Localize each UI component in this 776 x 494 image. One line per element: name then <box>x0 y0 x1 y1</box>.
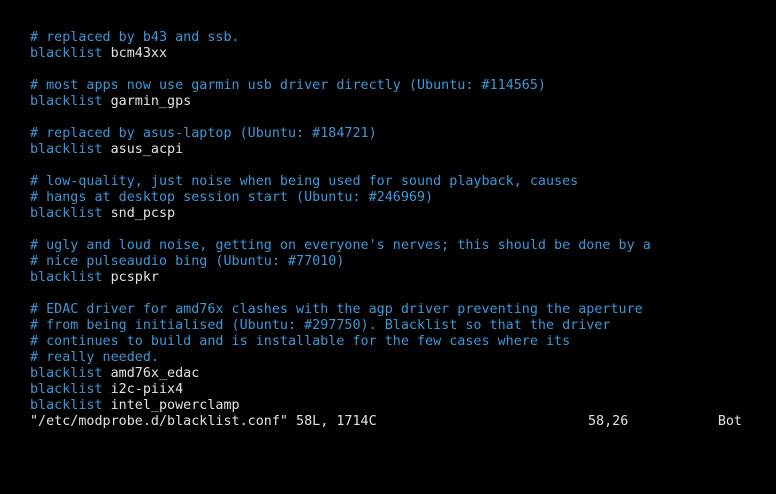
comment-text: # most apps now use garmin usb driver di… <box>30 78 546 93</box>
blacklist-line: blacklist i2c-piix4 <box>30 382 770 398</box>
module-name: asus_acpi <box>110 142 184 157</box>
blacklist-keyword: blacklist <box>30 94 103 109</box>
blacklist-line: blacklist asus_acpi <box>30 142 770 158</box>
comment-text: # nice pulseaudio bing (Ubuntu: #77010) <box>30 254 345 269</box>
comment-line: # replaced by asus-laptop (Ubuntu: #1847… <box>30 126 770 142</box>
blacklist-line: blacklist snd_pcsp <box>30 206 770 222</box>
blacklist-line: blacklist bcm43xx <box>30 46 770 62</box>
module-name: garmin_gps <box>110 94 192 109</box>
comment-text: # EDAC driver for amd76x clashes with th… <box>30 302 643 317</box>
status-line: "/etc/modprobe.d/blacklist.conf" 58L, 17… <box>30 414 742 430</box>
module-name: amd76x_edac <box>110 366 200 381</box>
comment-line: # nice pulseaudio bing (Ubuntu: #77010) <box>30 254 770 270</box>
comment-line: # EDAC driver for amd76x clashes with th… <box>30 302 770 318</box>
terminal-window[interactable]: # replaced by b43 and ssb. blacklist bcm4… <box>0 0 776 437</box>
comment-text: # really needed. <box>30 350 159 365</box>
blacklist-keyword: blacklist <box>30 46 103 61</box>
module-name: i2c-piix4 <box>110 382 184 397</box>
blacklist-keyword: blacklist <box>30 270 103 285</box>
comment-line: # really needed. <box>30 350 770 366</box>
blacklist-line: blacklist pcspkr <box>30 270 770 286</box>
module-name: snd_pcsp <box>110 206 176 221</box>
comment-line: # continues to build and is installable … <box>30 334 770 350</box>
module-name: pcspkr <box>110 270 159 285</box>
comment-text: # continues to build and is installable … <box>30 334 571 349</box>
comment-text: # replaced by asus-laptop (Ubuntu: #1847… <box>30 126 377 141</box>
comment-text: # low-quality, just noise when being use… <box>30 174 579 189</box>
comment-text: # hangs at desktop session start (Ubuntu… <box>30 190 434 205</box>
editor-buffer[interactable]: # replaced by b43 and ssb. blacklist bcm4… <box>30 30 770 414</box>
comment-line: # low-quality, just noise when being use… <box>30 174 770 190</box>
module-name: intel_powerclamp <box>110 398 240 413</box>
blacklist-keyword: blacklist <box>30 366 103 381</box>
comment-text: # from being initialised (Ubuntu: #29775… <box>30 318 611 333</box>
blacklist-line: blacklist amd76x_edac <box>30 366 770 382</box>
comment-text: # ugly and loud noise, getting on everyo… <box>30 238 651 253</box>
module-name: bcm43xx <box>110 46 168 61</box>
status-scroll-indicator: Bot <box>717 414 742 429</box>
comment-line: # ugly and loud noise, getting on everyo… <box>30 238 770 254</box>
status-file-info: "/etc/modprobe.d/blacklist.conf" 58L, 17… <box>30 414 377 429</box>
blacklist-keyword: blacklist <box>30 382 103 397</box>
comment-line: # replaced by b43 and ssb. <box>30 30 770 46</box>
comment-text: # replaced by b43 and ssb. <box>30 30 240 45</box>
blacklist-keyword: blacklist <box>30 206 103 221</box>
blacklist-line: blacklist garmin_gps <box>30 94 770 110</box>
blacklist-keyword: blacklist <box>30 398 103 413</box>
comment-line: # from being initialised (Ubuntu: #29775… <box>30 318 770 334</box>
status-cursor-position: 58,26 <box>588 414 629 429</box>
blacklist-keyword: blacklist <box>30 142 103 157</box>
blacklist-line: blacklist intel_powerclamp <box>30 398 770 414</box>
comment-line: # hangs at desktop session start (Ubuntu… <box>30 190 770 206</box>
comment-line: # most apps now use garmin usb driver di… <box>30 78 770 94</box>
